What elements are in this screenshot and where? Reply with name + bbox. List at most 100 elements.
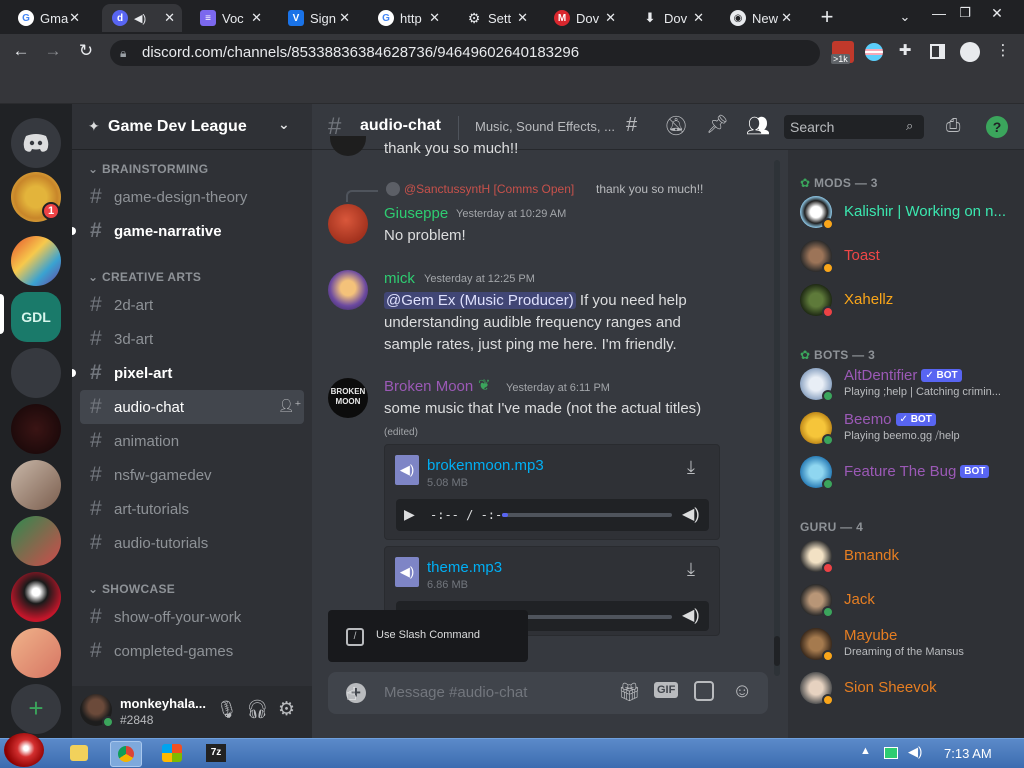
new-tab-button[interactable]: + <box>816 6 838 28</box>
threads-icon[interactable]: # <box>626 114 637 137</box>
menu-icon[interactable]: ⋮ <box>992 40 1014 62</box>
close-icon[interactable]: ✕ <box>251 10 262 26</box>
sidepanel-icon[interactable] <box>930 44 945 59</box>
message-author[interactable]: Broken Moon <box>384 378 473 395</box>
gift-icon[interactable]: 🎁︎ <box>618 682 641 703</box>
server-icon[interactable] <box>11 460 61 510</box>
windows-logo-icon[interactable] <box>162 744 182 762</box>
tray-expand-icon[interactable]: ▲ <box>860 745 871 757</box>
channel-game-narrative[interactable]: # game-narrative <box>80 214 304 248</box>
member-list-icon[interactable]: 👥︎ <box>746 114 770 138</box>
speaker-icon[interactable]: ◀) <box>134 12 146 25</box>
file-name-link[interactable]: theme.mp3 <box>427 559 502 576</box>
channel-topic[interactable]: Music, Sound Effects, ... <box>475 119 615 134</box>
channel-2d-art[interactable]: #2d-art <box>80 288 304 322</box>
channel-show-off-your-work[interactable]: # show-off-your-work <box>80 600 304 634</box>
folder-icon[interactable] <box>70 745 88 761</box>
browser-tab[interactable]: Ghttp ✕ <box>368 4 448 32</box>
avatar[interactable]: BROKEN MOON <box>328 378 368 418</box>
address-input[interactable]: 🔒︎ discord.com/channels/853388363846287​… <box>110 40 820 66</box>
browser-tab[interactable]: ◉ New ✕ <box>720 4 800 32</box>
slash-command-tooltip[interactable]: / Use Slash Command <box>328 610 528 662</box>
scrollbar-thumb[interactable] <box>774 636 780 666</box>
category-showcase[interactable]: ⌄ SHOWCASE <box>88 582 175 596</box>
reload-icon[interactable]: ↻ <box>75 40 97 62</box>
angry-bird-start-icon[interactable] <box>4 733 44 767</box>
browser-tab[interactable]: V Sign ✕ <box>278 4 358 32</box>
chevron-down-icon[interactable]: ⌄ <box>278 116 290 133</box>
server-icon[interactable] <box>11 236 61 286</box>
close-icon[interactable]: ✕ <box>164 10 175 26</box>
close-icon[interactable]: ✕ <box>605 10 616 26</box>
member-item[interactable]: Beemo ✓ BOT Playing beemo.gg ⧸help <box>800 406 1020 450</box>
clock[interactable]: 7:13 AM <box>944 746 992 761</box>
add-server-button[interactable]: + <box>11 684 61 734</box>
minimize-button[interactable]: — <box>928 2 950 24</box>
channel-audio-chat[interactable]: # audio-chat 👤︎⁺ <box>80 390 304 424</box>
microphone-icon[interactable]: 🎙︎ <box>216 700 238 720</box>
channel-art-tutorials[interactable]: # art-tutorials <box>80 492 304 526</box>
channel-game-design-theory[interactable]: # game-design-theory <box>80 180 304 214</box>
inbox-icon[interactable]: ⎙ <box>946 115 960 136</box>
audio-seek-bar[interactable] <box>502 513 672 517</box>
close-icon[interactable]: ✕ <box>693 10 704 26</box>
close-icon[interactable]: ✕ <box>69 10 80 26</box>
forward-icon[interactable]: → <box>42 40 64 62</box>
channel-animation[interactable]: # animation <box>80 424 304 458</box>
member-item[interactable]: AltDentifier ✓ BOT Playing ;help | Catchin… <box>800 362 1020 406</box>
restore-button[interactable]: ❐ <box>954 2 976 24</box>
sticker-icon[interactable] <box>694 681 714 701</box>
download-icon[interactable]: ⤓ <box>687 457 695 478</box>
reply-text[interactable]: thank you so much!! <box>596 182 703 196</box>
avatar[interactable] <box>328 270 368 310</box>
server-icon[interactable] <box>11 628 61 678</box>
message-author[interactable]: mick <box>384 270 415 287</box>
file-name-link[interactable]: brokenmoon.mp3 <box>427 457 544 474</box>
channel-nsfw-gamedev[interactable]: # nsfw-gamedev <box>80 458 304 492</box>
tab-search-icon[interactable]: ⌄ <box>894 6 916 28</box>
member-item[interactable]: Xahellz <box>800 278 1020 322</box>
server-icon-game-dev-league[interactable]: GDL <box>11 292 61 342</box>
browser-tab[interactable]: M Dov ✕ <box>544 4 624 32</box>
server-icon[interactable] <box>11 404 61 454</box>
close-icon[interactable]: ✕ <box>429 10 440 26</box>
discord-home-icon[interactable] <box>11 118 61 168</box>
scrollbar-track[interactable] <box>774 160 780 676</box>
channel-audio-tutorials[interactable]: # audio-tutorials <box>80 526 304 560</box>
member-item[interactable]: Feature The Bug BOT <box>800 450 1020 494</box>
play-icon[interactable]: ▶ <box>404 506 415 523</box>
reply-author[interactable]: @SanctussyntH [Comms Open] <box>404 182 574 196</box>
server-icon[interactable] <box>11 516 61 566</box>
category-creative-arts[interactable]: ⌄ CREATIVE ARTS <box>88 270 201 284</box>
download-icon[interactable]: ⤓ <box>687 559 695 580</box>
member-item[interactable]: Toast <box>800 234 1020 278</box>
mute-bell-icon[interactable]: 🔕︎ <box>664 114 688 138</box>
chrome-taskbar-button[interactable] <box>110 741 142 767</box>
channel-3d-art[interactable]: #3d-art <box>80 322 304 356</box>
back-icon[interactable]: ← <box>10 40 32 62</box>
close-icon[interactable]: ✕ <box>339 10 350 26</box>
browser-tab[interactable]: ⚙ Sett ✕ <box>456 4 536 32</box>
search-input[interactable]: Search ⌕ <box>784 115 924 139</box>
server-icon[interactable] <box>11 572 61 622</box>
browser-tab-active[interactable]: da◀)✕ <box>102 4 182 32</box>
server-icon[interactable] <box>11 348 61 398</box>
member-item[interactable]: Sion Sheevok <box>800 666 1020 710</box>
volume-icon[interactable]: ◀) <box>682 504 700 524</box>
7zip-icon[interactable]: 7z <box>206 744 226 762</box>
channel-pixel-art[interactable]: # pixel-art <box>80 356 304 390</box>
emoji-icon[interactable]: ☺ <box>732 680 752 703</box>
gif-button[interactable]: GIF <box>654 682 679 698</box>
close-icon[interactable]: ✕ <box>781 10 792 26</box>
settings-gear-icon[interactable]: ⚙ <box>278 698 295 721</box>
help-icon[interactable]: ? <box>986 116 1008 138</box>
member-item[interactable]: Bmandk <box>800 534 1020 578</box>
volume-tray-icon[interactable]: ◀) <box>908 744 922 760</box>
message-author[interactable]: Giuseppe <box>384 205 448 222</box>
puzzle-icon[interactable]: ✚ <box>894 40 916 62</box>
member-item[interactable]: Jack <box>800 578 1020 622</box>
browser-tab[interactable]: ≡ Voc ✕ <box>190 4 270 32</box>
category-brainstorming[interactable]: ⌄ BRAINSTORMING <box>88 162 208 176</box>
member-item[interactable]: Kalishir | Working on n... <box>800 190 1020 234</box>
close-icon[interactable]: ✕ <box>517 10 528 26</box>
